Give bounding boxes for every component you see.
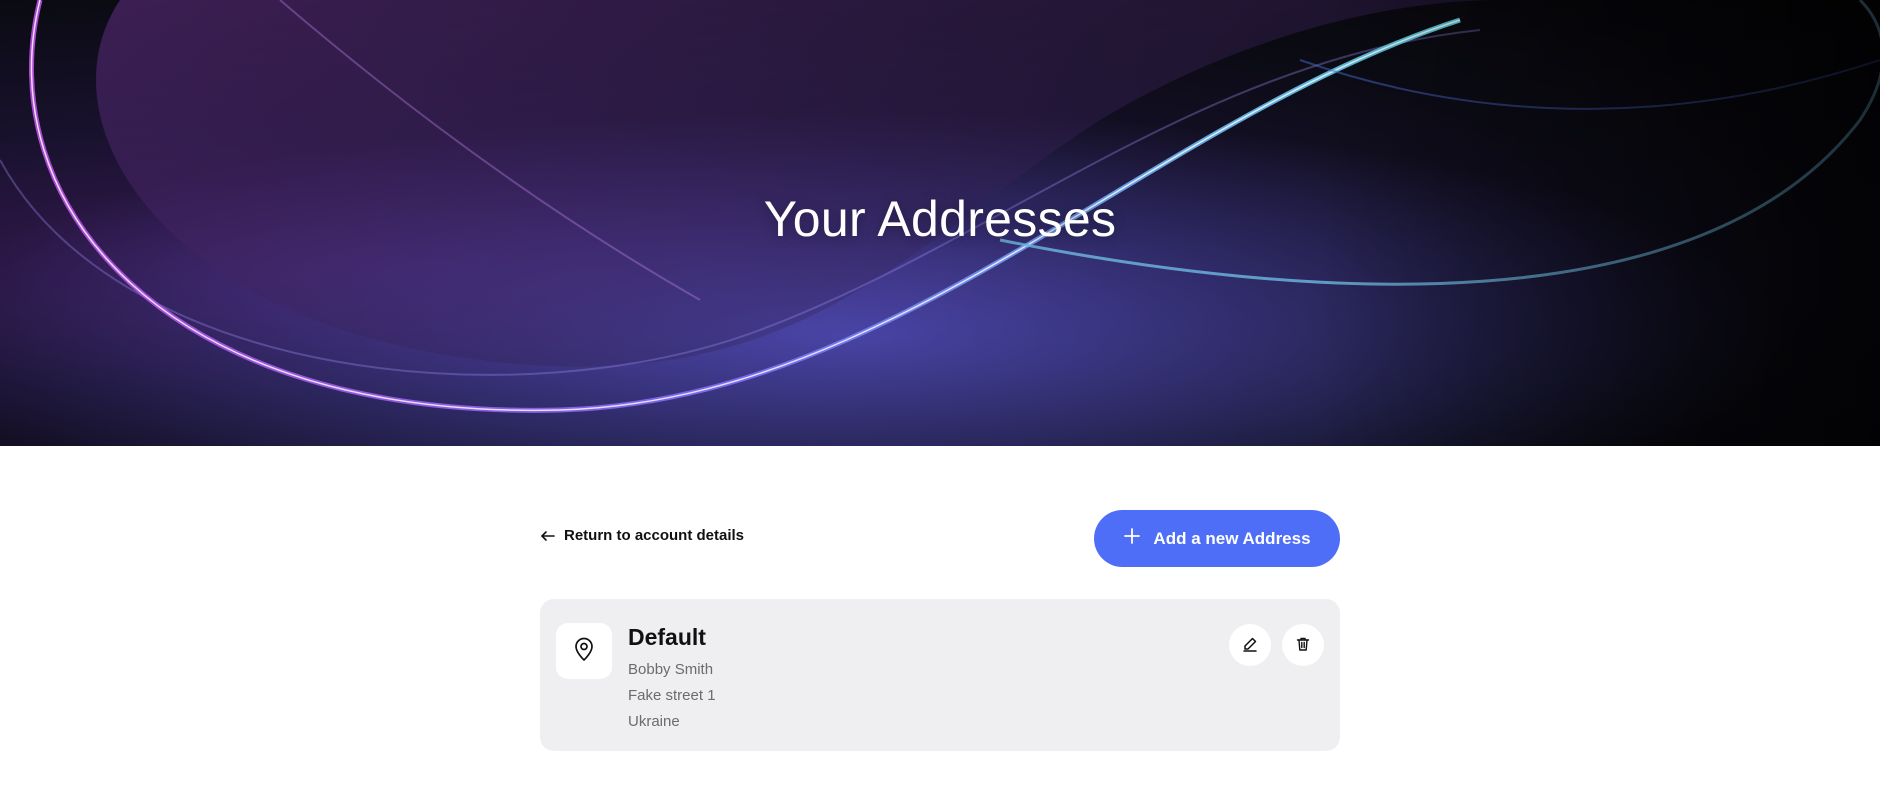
address-country: Ukraine xyxy=(628,713,680,730)
address-street: Fake street 1 xyxy=(628,687,716,704)
edit-address-button[interactable] xyxy=(1229,624,1271,666)
delete-address-button[interactable] xyxy=(1282,624,1324,666)
map-pin-icon xyxy=(572,636,596,667)
return-to-account-link[interactable]: Return to account details xyxy=(540,527,744,544)
hero-banner: Your Addresses xyxy=(0,0,1880,446)
arrow-left-icon xyxy=(540,528,556,544)
add-address-label: Add a new Address xyxy=(1153,528,1311,548)
add-address-button[interactable]: Add a new Address xyxy=(1094,510,1340,567)
page-title: Your Addresses xyxy=(763,191,1117,247)
address-details: Default Bobby Smith Fake street 1 Ukrain… xyxy=(628,623,716,735)
plus-icon xyxy=(1123,527,1141,550)
pencil-icon xyxy=(1242,636,1258,655)
address-pin-container xyxy=(556,623,612,679)
addresses-content: Return to account details Add a new Addr… xyxy=(540,510,1340,751)
address-name: Bobby Smith xyxy=(628,661,714,678)
address-title: Default xyxy=(628,624,706,650)
return-to-account-label: Return to account details xyxy=(564,527,745,544)
addresses-toolbar: Return to account details Add a new Addr… xyxy=(540,510,1340,567)
trash-icon xyxy=(1295,636,1311,655)
address-card: Default Bobby Smith Fake street 1 Ukrain… xyxy=(540,599,1340,751)
